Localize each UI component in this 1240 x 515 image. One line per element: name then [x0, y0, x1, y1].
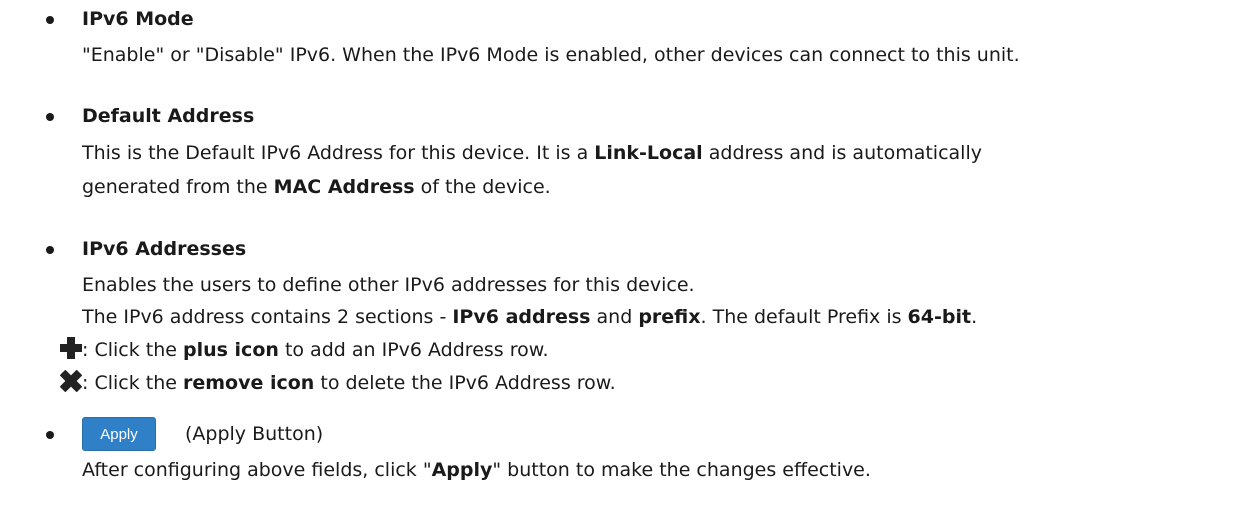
bullet-default-address — [46, 113, 54, 121]
prefix-term: prefix — [638, 306, 701, 328]
apply-button[interactable]: Apply — [82, 417, 156, 451]
apply-button-caption: (Apply Button) — [185, 423, 324, 445]
section-text-ipv6-mode: "Enable" or "Disable" IPv6. When the IPv… — [82, 44, 1020, 66]
section-title-default-address: Default Address — [82, 105, 255, 127]
ipv6-address-term: IPv6 address — [452, 306, 591, 328]
bullet-ipv6-mode — [46, 16, 54, 24]
remove-icon — [60, 370, 82, 392]
section-text-default-address-line1: This is the Default IPv6 Address for thi… — [82, 142, 982, 164]
bullet-apply — [46, 431, 54, 439]
section-title-ipv6-addresses: IPv6 Addresses — [82, 238, 247, 260]
apply-term: Apply — [431, 459, 493, 481]
section-text-default-address-line2: generated from the MAC Address of the de… — [82, 176, 551, 198]
plus-icon-term: plus icon — [182, 339, 279, 361]
prefix-default-term: 64-bit — [907, 306, 972, 328]
link-local-term: Link-Local — [594, 142, 703, 164]
plus-icon — [60, 337, 82, 359]
remove-icon-description: : Click the remove icon to delete the IP… — [60, 370, 616, 396]
remove-icon-term: remove icon — [182, 372, 315, 394]
plus-icon-description: : Click the plus icon to add an IPv6 Add… — [60, 337, 549, 363]
section-text-ipv6-addresses-line2: The IPv6 address contains 2 sections - I… — [82, 306, 978, 328]
section-title-ipv6-mode: IPv6 Mode — [82, 8, 194, 30]
section-text-apply: After configuring above fields, click "A… — [82, 459, 871, 481]
section-text-ipv6-addresses-line1: Enables the users to define other IPv6 a… — [82, 274, 695, 296]
help-document: IPv6 Mode "Enable" or "Disable" IPv6. Wh… — [0, 0, 1240, 515]
mac-address-term: MAC Address — [273, 176, 415, 198]
bullet-ipv6-addresses — [46, 246, 54, 254]
